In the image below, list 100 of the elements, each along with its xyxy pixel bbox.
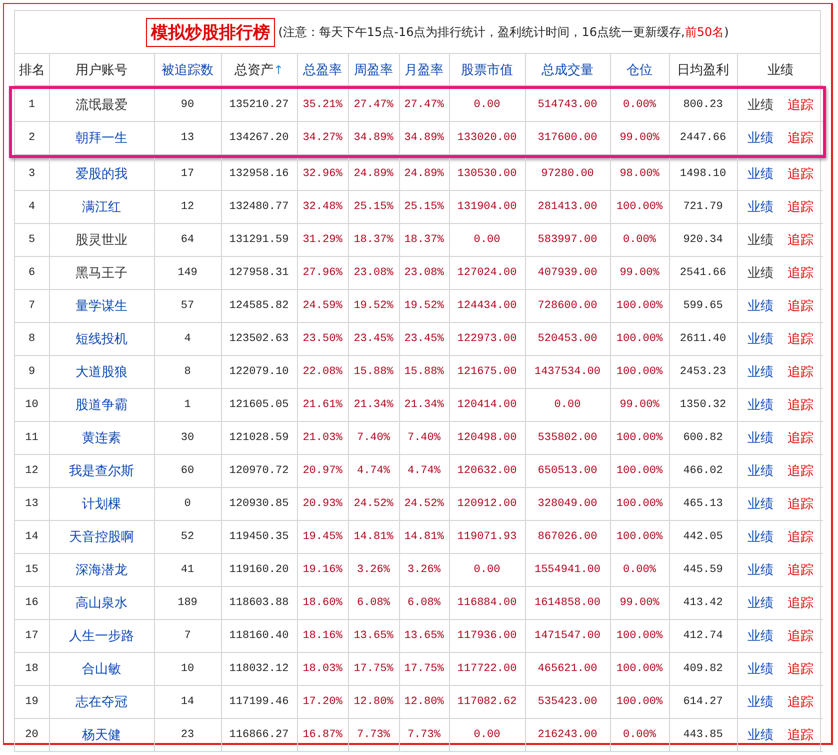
- follow-link[interactable]: 追踪: [787, 365, 814, 380]
- user-account[interactable]: 杨天健: [49, 718, 154, 752]
- follow-link[interactable]: 追踪: [787, 431, 814, 446]
- performance-link[interactable]: 业绩: [747, 200, 774, 215]
- table-cell: 535423.00: [525, 686, 610, 718]
- user-account[interactable]: 量学谋生: [49, 290, 154, 322]
- user-account[interactable]: 高山泉水: [49, 586, 154, 620]
- table-cell: 100.00%: [610, 356, 669, 388]
- table-cell: 721.79: [669, 190, 737, 224]
- table-cell: 27.47%: [348, 89, 399, 122]
- performance-link[interactable]: 业绩: [747, 299, 774, 314]
- follow-link[interactable]: 追踪: [787, 131, 814, 146]
- column-sort-link[interactable]: 周盈率: [348, 54, 399, 86]
- performance-link[interactable]: 业绩: [747, 431, 774, 446]
- performance-link[interactable]: 业绩: [747, 563, 774, 578]
- follow-link[interactable]: 追踪: [787, 695, 814, 710]
- column-sort-link[interactable]: 仓位: [610, 54, 669, 86]
- performance-link[interactable]: 业绩: [747, 398, 774, 413]
- user-account[interactable]: 爱股的我: [49, 158, 154, 190]
- user-account[interactable]: 天音控股啊: [49, 520, 154, 554]
- user-account[interactable]: 人生一步路: [49, 620, 154, 652]
- table-cell: 281413.00: [525, 190, 610, 224]
- table-cell: 116866.27: [221, 718, 297, 752]
- performance-link[interactable]: 业绩: [747, 662, 774, 677]
- performance-link[interactable]: 业绩: [747, 464, 774, 479]
- table-cell: 13.65%: [399, 620, 449, 652]
- table-cell: 127958.31: [221, 256, 297, 290]
- table-cell: 189: [154, 586, 221, 620]
- column-sort-link[interactable]: 月盈率: [399, 54, 449, 86]
- follow-link[interactable]: 追踪: [787, 728, 814, 743]
- table-cell: 4: [154, 322, 221, 356]
- column-sort-link[interactable]: 总成交量: [525, 54, 610, 86]
- performance-link[interactable]: 业绩: [747, 695, 774, 710]
- follow-link[interactable]: 追踪: [787, 464, 814, 479]
- table-cell: 133020.00: [449, 122, 525, 154]
- follow-link[interactable]: 追踪: [787, 629, 814, 644]
- user-account[interactable]: 满江红: [49, 190, 154, 224]
- follow-link[interactable]: 追踪: [787, 98, 814, 113]
- user-account[interactable]: 合山敏: [49, 652, 154, 686]
- table-cell: 24.89%: [348, 158, 399, 190]
- table-cell: 614.27: [669, 686, 737, 718]
- performance-link[interactable]: 业绩: [747, 497, 774, 512]
- user-account[interactable]: 我是查尔斯: [49, 454, 154, 488]
- follow-link[interactable]: 追踪: [787, 563, 814, 578]
- performance-link[interactable]: 业绩: [747, 266, 774, 281]
- table-cell: 23.50%: [297, 322, 348, 356]
- user-account[interactable]: 计划棵: [49, 488, 154, 520]
- follow-link[interactable]: 追踪: [787, 530, 814, 545]
- table-cell: 19: [15, 686, 49, 718]
- user-account[interactable]: 黄连素: [49, 422, 154, 454]
- user-account[interactable]: 深海潜龙: [49, 554, 154, 586]
- user-account[interactable]: 股道争霸: [49, 388, 154, 422]
- performance-link[interactable]: 业绩: [747, 728, 774, 743]
- table-cell: 17.75%: [399, 652, 449, 686]
- performance-link[interactable]: 业绩: [747, 98, 774, 113]
- table-cell: 10: [15, 388, 49, 422]
- table-cell: 0.00: [449, 89, 525, 122]
- table-cell: 122079.10: [221, 356, 297, 388]
- table-cell: 124585.82: [221, 290, 297, 322]
- table-cell: 14.81%: [399, 520, 449, 554]
- column-sort-link[interactable]: 被追踪数: [154, 54, 221, 86]
- performance-link[interactable]: 业绩: [747, 629, 774, 644]
- column-header: 日均盈利: [669, 54, 737, 86]
- user-account[interactable]: 短线投机: [49, 322, 154, 356]
- table-cell: 920.34: [669, 224, 737, 256]
- performance-link[interactable]: 业绩: [747, 332, 774, 347]
- column-sort-link[interactable]: 股票市值: [449, 54, 525, 86]
- follow-link[interactable]: 追踪: [787, 200, 814, 215]
- performance-link[interactable]: 业绩: [747, 167, 774, 182]
- follow-link[interactable]: 追踪: [787, 299, 814, 314]
- performance-link[interactable]: 业绩: [747, 233, 774, 248]
- table-cell: 5: [15, 224, 49, 256]
- follow-link[interactable]: 追踪: [787, 497, 814, 512]
- performance-link[interactable]: 业绩: [747, 596, 774, 611]
- performance-link[interactable]: 业绩: [747, 530, 774, 545]
- follow-link[interactable]: 追踪: [787, 332, 814, 347]
- table-cell: 3.26%: [348, 554, 399, 586]
- performance-link[interactable]: 业绩: [747, 131, 774, 146]
- table-cell: 100.00%: [610, 488, 669, 520]
- follow-link[interactable]: 追踪: [787, 167, 814, 182]
- table-cell: 17.75%: [348, 652, 399, 686]
- follow-link[interactable]: 追踪: [787, 398, 814, 413]
- table-cell: 1350.32: [669, 388, 737, 422]
- table-cell: 19.45%: [297, 520, 348, 554]
- table-cell: 121675.00: [449, 356, 525, 388]
- user-account[interactable]: 朝拜一生: [49, 122, 154, 154]
- table-cell: 0.00%: [610, 89, 669, 122]
- follow-link[interactable]: 追踪: [787, 266, 814, 281]
- table-cell: 514743.00: [525, 89, 610, 122]
- sort-arrow[interactable]: ↑: [273, 62, 284, 76]
- column-header: 用户账号: [49, 54, 154, 86]
- performance-link[interactable]: 业绩: [747, 365, 774, 380]
- follow-link[interactable]: 追踪: [787, 233, 814, 248]
- table-cell: 52: [154, 520, 221, 554]
- column-sort-link[interactable]: 总盈率: [297, 54, 348, 86]
- table-cell: 121028.59: [221, 422, 297, 454]
- follow-link[interactable]: 追踪: [787, 662, 814, 677]
- user-account[interactable]: 大道股狼: [49, 356, 154, 388]
- follow-link[interactable]: 追踪: [787, 596, 814, 611]
- user-account[interactable]: 志在夺冠: [49, 686, 154, 718]
